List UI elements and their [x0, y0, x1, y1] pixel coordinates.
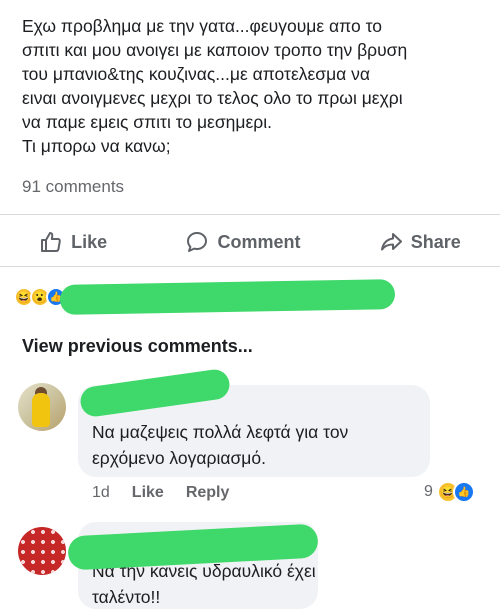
- redaction-mark: [59, 279, 396, 315]
- comments-count-link[interactable]: 91 comments: [22, 177, 124, 197]
- share-label: Share: [410, 231, 461, 252]
- comment-text: Να μαζεψεις πολλά λεφτά για τον ερχόμενο…: [92, 422, 349, 468]
- post-line: ειναι ανοιγμενες μεχρι το τελος ολο το π…: [22, 88, 403, 108]
- comment-like-button[interactable]: Like: [132, 484, 164, 502]
- comment-button[interactable]: Comment: [185, 230, 300, 254]
- like-button[interactable]: Like: [39, 230, 107, 254]
- comment-reactions[interactable]: 9 😆 👍: [424, 481, 475, 503]
- share-button[interactable]: Share: [379, 230, 461, 254]
- post-line: να παμε εμεις σπιτι το μεσημερι.: [22, 112, 272, 132]
- action-bar: Like Comment Share: [0, 220, 500, 264]
- reaction-count: 9: [424, 483, 433, 500]
- avatar[interactable]: [18, 383, 66, 431]
- divider: [0, 214, 500, 215]
- like-icon: [41, 232, 61, 252]
- divider: [0, 266, 500, 267]
- like-label: Like: [71, 231, 108, 252]
- comment-label: Comment: [217, 231, 301, 252]
- post-line: σπιτι και μου ανοιγει με καποιον τροπο τ…: [22, 40, 408, 60]
- post-line: του μπανιο&της κουζινας...με αποτελεσμα …: [22, 64, 371, 84]
- avatar[interactable]: [18, 527, 66, 575]
- view-previous-comments-link[interactable]: View previous comments...: [22, 336, 253, 357]
- post-body: Εχω προβλημα με την γατα...φευγουμε απο …: [22, 14, 492, 158]
- share-icon: [380, 233, 402, 251]
- post-line: Εχω προβλημα με την γατα...φευγουμε απο …: [22, 16, 382, 36]
- like-reaction-icon: 👍: [452, 481, 475, 503]
- comment-reply-button[interactable]: Reply: [186, 484, 230, 502]
- comment-icon: [187, 232, 208, 252]
- comment-meta: 1d Like Reply: [92, 484, 229, 502]
- reactions-summary[interactable]: 😆 😮 👍: [14, 280, 66, 314]
- comment-time: 1d: [92, 484, 110, 501]
- post-line: Τι μπορω να κανω;: [22, 136, 171, 156]
